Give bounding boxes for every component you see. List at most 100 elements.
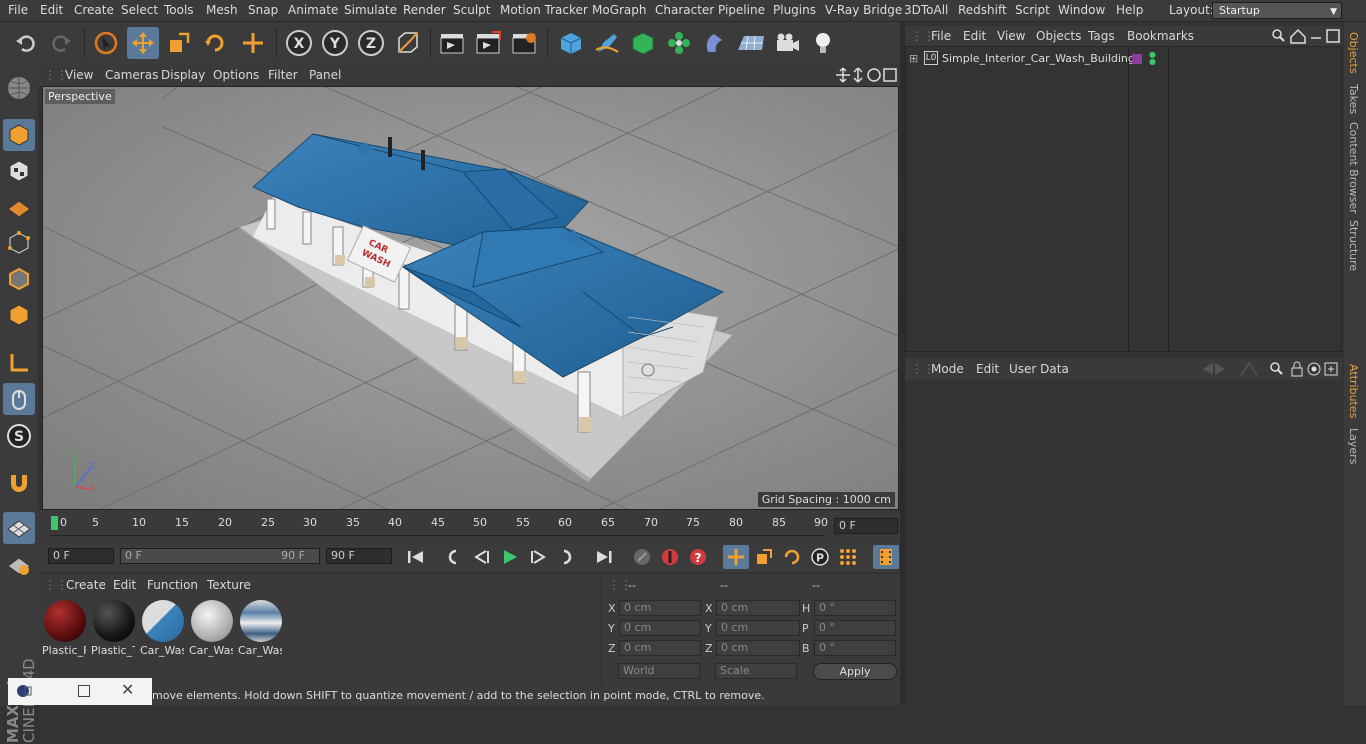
- material-swatch[interactable]: Plastic_F: [42, 598, 88, 657]
- mat-menu-edit[interactable]: Edit: [113, 578, 136, 592]
- pos-z-field[interactable]: 0 cm: [619, 640, 701, 656]
- material-swatch[interactable]: Car_Was: [238, 598, 284, 657]
- scale-tool-button[interactable]: [163, 27, 195, 59]
- motion-recording-button[interactable]: [629, 545, 655, 569]
- close-icon[interactable]: ✕: [121, 680, 134, 699]
- play-button[interactable]: [497, 545, 523, 569]
- vp-menu-cameras[interactable]: Cameras: [105, 68, 158, 82]
- layout-select[interactable]: Startup ▼: [1212, 2, 1342, 19]
- key-rotation-button[interactable]: [779, 545, 805, 569]
- vp-menu-display[interactable]: Display: [161, 68, 205, 82]
- deformer-button[interactable]: [699, 27, 731, 59]
- go-to-end-button[interactable]: [591, 545, 617, 569]
- tweak-mode-button[interactable]: [3, 383, 35, 415]
- menu-tools[interactable]: Tools: [164, 3, 194, 17]
- rot-h-field[interactable]: 0 °: [814, 600, 896, 616]
- menu-animate[interactable]: Animate: [288, 3, 338, 17]
- menu-motion-tracker[interactable]: Motion Tracker: [500, 3, 588, 17]
- z-axis-lock-button[interactable]: Z: [355, 27, 387, 59]
- menu-simulate[interactable]: Simulate: [344, 3, 397, 17]
- viewport-nav-icons[interactable]: [836, 67, 898, 83]
- menu-vray-bridge[interactable]: V-Ray Bridge: [825, 3, 902, 17]
- menu-mograph[interactable]: MoGraph: [592, 3, 647, 17]
- menu-create[interactable]: Create: [74, 3, 114, 17]
- perspective-viewport[interactable]: CAR WASH Y Z X Perspective Grid Spacing …: [42, 86, 899, 510]
- timeline-playhead[interactable]: [51, 516, 58, 530]
- vp-menu-panel[interactable]: Panel: [309, 68, 341, 82]
- menu-character[interactable]: Character: [655, 3, 714, 17]
- tab-objects[interactable]: Objects: [1347, 32, 1360, 74]
- point-mode-button[interactable]: [3, 227, 35, 259]
- model-mode-button[interactable]: [3, 119, 35, 151]
- move-tool-button[interactable]: [127, 27, 159, 59]
- object-manager-tools[interactable]: [1271, 28, 1341, 44]
- frame-range-slider[interactable]: 0 F 90 F: [120, 548, 320, 564]
- object-row[interactable]: ⊞ L0 Simple_Interior_Car_Wash_Building ●…: [906, 51, 1343, 69]
- render-settings-button[interactable]: [508, 27, 540, 59]
- current-frame-field[interactable]: 0 F: [834, 518, 898, 534]
- render-picture-viewer-button[interactable]: [472, 27, 504, 59]
- menu-redshift[interactable]: Redshift: [958, 3, 1007, 17]
- go-to-start-button[interactable]: [403, 545, 429, 569]
- attr-menu-user-data[interactable]: User Data: [1009, 362, 1069, 376]
- camera-button[interactable]: [771, 27, 803, 59]
- obj-menu-tags[interactable]: Tags: [1088, 29, 1115, 43]
- rot-b-field[interactable]: 0 °: [814, 640, 896, 656]
- prev-frame-button[interactable]: [469, 545, 495, 569]
- layer-color-swatch[interactable]: [1132, 54, 1142, 64]
- menu-select[interactable]: Select: [121, 3, 158, 17]
- vp-menu-options[interactable]: Options: [213, 68, 259, 82]
- menu-render[interactable]: Render: [403, 3, 446, 17]
- menu-sculpt[interactable]: Sculpt: [453, 3, 490, 17]
- record-button[interactable]: [657, 545, 683, 569]
- obj-menu-view[interactable]: View: [997, 29, 1025, 43]
- redo-button[interactable]: [45, 27, 77, 59]
- obj-menu-file[interactable]: File: [931, 29, 951, 43]
- c4d-app-icon[interactable]: [16, 684, 32, 698]
- object-name[interactable]: Simple_Interior_Car_Wash_Building: [942, 52, 1135, 65]
- menu-plugins[interactable]: Plugins: [773, 3, 816, 17]
- expand-icon[interactable]: ⊞: [909, 52, 918, 65]
- rotate-tool-button[interactable]: [199, 27, 231, 59]
- scale-select[interactable]: Scale: [715, 663, 797, 679]
- material-swatch[interactable]: Plastic_T: [91, 598, 137, 657]
- transform-tool-button[interactable]: [237, 27, 269, 59]
- vp-menu-view[interactable]: View: [65, 68, 93, 82]
- prev-key-button[interactable]: [441, 545, 467, 569]
- rot-p-field[interactable]: 0 °: [814, 620, 896, 636]
- autokey-button[interactable]: ?: [685, 545, 711, 569]
- apply-button[interactable]: Apply: [813, 663, 897, 680]
- material-swatch[interactable]: Car_Was: [140, 598, 186, 657]
- live-selection-button[interactable]: [90, 27, 122, 59]
- start-frame-field[interactable]: 0 F: [48, 548, 114, 564]
- pen-spline-button[interactable]: [591, 27, 623, 59]
- pos-y-field[interactable]: 0 cm: [619, 620, 701, 636]
- mat-menu-texture[interactable]: Texture: [207, 578, 251, 592]
- key-pla-button[interactable]: [835, 545, 861, 569]
- attr-menu-edit[interactable]: Edit: [976, 362, 999, 376]
- key-position-button[interactable]: [723, 545, 749, 569]
- world-select[interactable]: World: [618, 663, 700, 679]
- vp-menu-filter[interactable]: Filter: [268, 68, 298, 82]
- tab-attributes[interactable]: Attributes: [1347, 364, 1360, 418]
- render-view-button[interactable]: [436, 27, 468, 59]
- key-scale-button[interactable]: [751, 545, 777, 569]
- tab-layers[interactable]: Layers: [1347, 428, 1360, 464]
- visibility-dots-icon[interactable]: ● ●: [1149, 51, 1156, 66]
- maximize-button[interactable]: [78, 685, 90, 697]
- timeline-window-button[interactable]: [873, 545, 899, 569]
- end-frame-field[interactable]: 90 F: [326, 548, 392, 564]
- mat-menu-function[interactable]: Function: [147, 578, 198, 592]
- menu-window[interactable]: Window: [1058, 3, 1105, 17]
- x-axis-lock-button[interactable]: X: [283, 27, 315, 59]
- cloner-button[interactable]: [663, 27, 695, 59]
- next-key-button[interactable]: [553, 545, 579, 569]
- quantize-button[interactable]: [3, 549, 35, 581]
- obj-menu-objects[interactable]: Objects: [1036, 29, 1081, 43]
- menu-snap[interactable]: Snap: [248, 3, 278, 17]
- menu-pipeline[interactable]: Pipeline: [718, 3, 765, 17]
- menu-help[interactable]: Help: [1116, 3, 1143, 17]
- menu-mesh[interactable]: Mesh: [206, 3, 238, 17]
- timeline-ruler[interactable]: 0 5 10 15 20 25 30 35 40 45 50 55 60 65 …: [38, 510, 900, 542]
- coordinate-system-button[interactable]: [392, 27, 424, 59]
